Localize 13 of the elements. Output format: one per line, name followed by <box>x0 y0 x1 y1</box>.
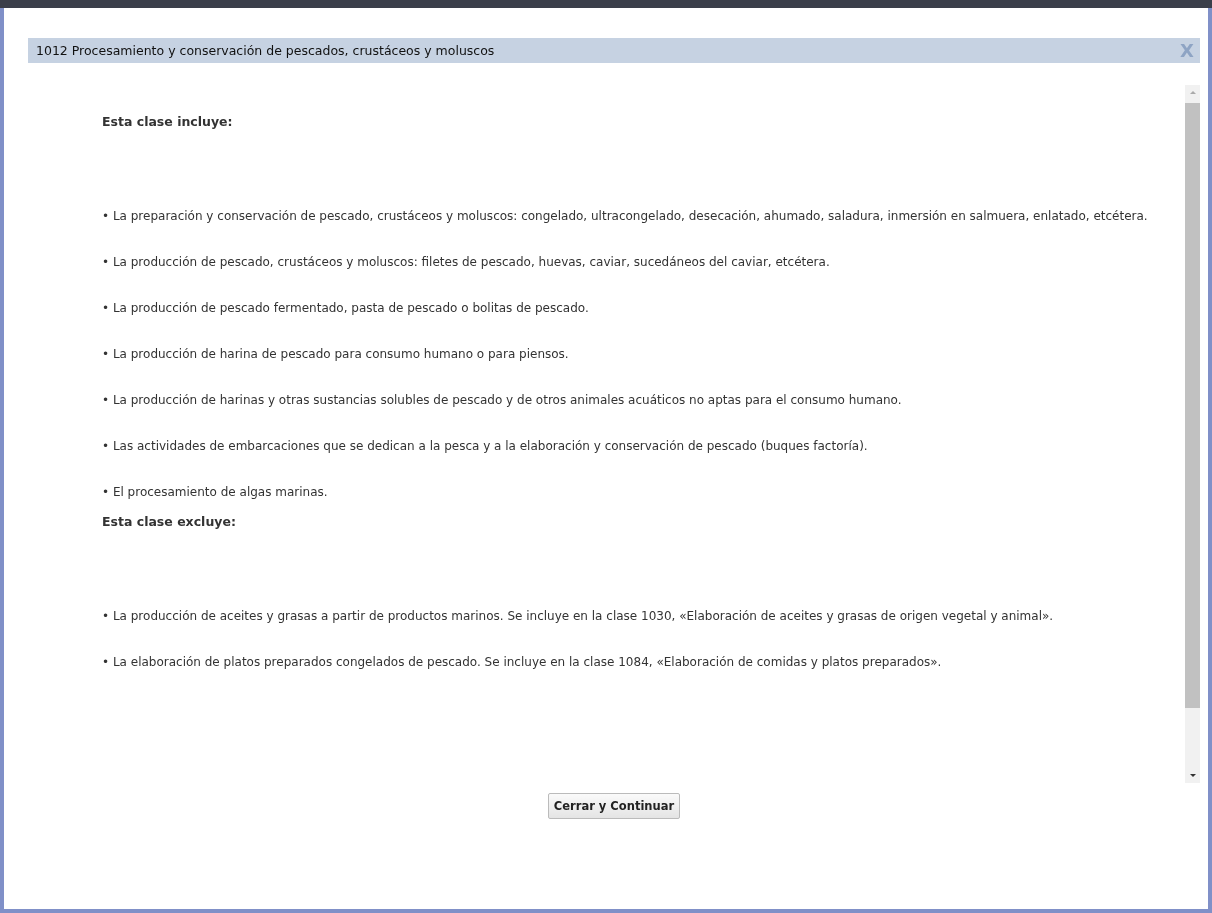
list-item-text: • Las actividades de embarcaciones que se dedican a la pesca y a la elaboración y conservación de pescado (buques factoría). <box>102 438 869 454</box>
section-heading: Esta clase excluye: <box>102 514 237 530</box>
section-heading: Esta clase incluye: <box>102 114 234 130</box>
list-item-text: • El procesamiento de algas marinas. <box>102 484 329 500</box>
list-item-text: • La preparación y conservación de pescado, crustáceos y moluscos: congelado, ultracongelado, desecación, ahumado, saladura, inmersión en salmuera, enlatado, etcétera. <box>102 208 1149 224</box>
dialog-title: 1012 Procesamiento y conservación de pescados, crustáceos y moluscos <box>36 43 495 58</box>
list-item-text: • La producción de pescado fermentado, pasta de pescado o bolitas de pescado. <box>102 300 590 316</box>
list-item-text: • La producción de harina de pescado para consumo humano o para piensos. <box>102 346 570 362</box>
list-item-text: • La producción de pescado, crustáceos y moluscos: filetes de pescado, huevas, caviar, sucedáneos del caviar, etcétera. <box>102 254 831 270</box>
list-item-text: • La elaboración de platos preparados congelados de pescado. Se incluye en la clase 1084, «Elaboración de comidas y platos preparados». <box>102 654 943 670</box>
list-item-text: • La producción de harinas y otras sustancias solubles de pescado y de otros animales acuáticos no aptas para el consumo humano. <box>102 392 903 408</box>
close-continue-button[interactable]: Cerrar y Continuar <box>547 793 681 819</box>
list-item-text: • La producción de aceites y grasas a partir de productos marinos. Se incluye en la clase 1030, «Elaboración de aceites y grasas de origen vegetal y animal». <box>102 608 1055 624</box>
